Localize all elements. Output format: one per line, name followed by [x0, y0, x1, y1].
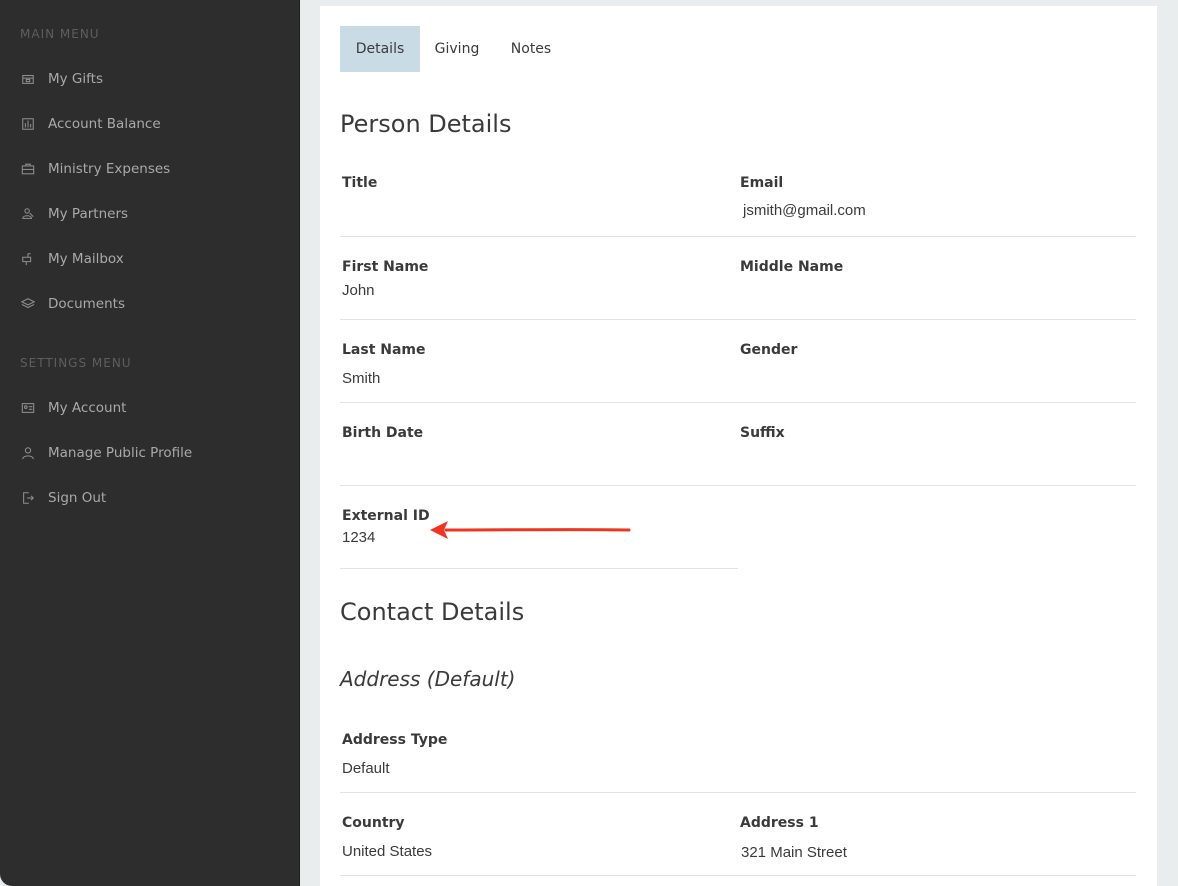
sign-out-icon [20, 490, 36, 506]
sidebar-item-my-account[interactable]: My Account [20, 397, 126, 419]
birth-date-label: Birth Date [342, 425, 424, 441]
divider [340, 402, 1136, 403]
annotation-arrow-icon [430, 521, 631, 539]
sidebar-item-my-partners[interactable]: My Partners [20, 203, 128, 225]
mailbox-icon [20, 251, 36, 267]
external-id-value: 1234 [342, 529, 376, 546]
sidebar-item-my-mailbox[interactable]: My Mailbox [20, 248, 124, 270]
main-menu-heading: MAIN MENU [20, 27, 100, 41]
tab-details[interactable]: Details [340, 26, 420, 72]
suffix-label: Suffix [740, 425, 785, 441]
country-value: United States [342, 843, 433, 860]
email-label: Email [740, 175, 784, 191]
divider [340, 236, 1136, 237]
email-value: jsmith@gmail.com [743, 202, 866, 219]
first-name-label: First Name [342, 259, 429, 275]
sidebar-item-account-balance[interactable]: Account Balance [20, 113, 161, 135]
address1-label: Address 1 [740, 815, 819, 831]
sidebar-item-manage-public-profile[interactable]: Manage Public Profile [20, 442, 192, 464]
sidebar-item-label: Sign Out [48, 490, 107, 506]
divider [340, 875, 1136, 876]
settings-menu-heading: SETTINGS MENU [20, 356, 132, 370]
address-type-label: Address Type [342, 732, 448, 748]
tab-notes[interactable]: Notes [500, 26, 562, 72]
sidebar-item-label: My Gifts [48, 71, 103, 87]
sidebar-item-label: My Partners [48, 206, 129, 222]
country-label: Country [342, 815, 405, 831]
sidebar-item-label: Manage Public Profile [48, 445, 193, 461]
divider [340, 792, 1136, 793]
sidebar-item-documents[interactable]: Documents [20, 293, 125, 315]
person-details-title: Person Details [340, 110, 512, 138]
sidebar: MAIN MENU My Gifts Account Balance Minis… [0, 0, 300, 886]
briefcase-icon [20, 161, 36, 177]
sidebar-item-label: Ministry Expenses [48, 161, 171, 177]
contact-details-title: Contact Details [340, 598, 525, 626]
title-label: Title [342, 175, 378, 191]
gift-icon [20, 71, 36, 87]
sidebar-item-label: My Account [48, 400, 127, 416]
main-panel: Details Giving Notes Person Details Titl… [320, 6, 1157, 886]
external-id-label: External ID [342, 508, 430, 524]
middle-name-label: Middle Name [740, 259, 844, 275]
user-icon [20, 445, 36, 461]
gender-label: Gender [740, 342, 798, 358]
bar-chart-icon [20, 116, 36, 132]
id-card-icon [20, 400, 36, 416]
sidebar-item-sign-out[interactable]: Sign Out [20, 487, 106, 509]
partners-icon [20, 206, 36, 222]
last-name-label: Last Name [342, 342, 426, 358]
address1-value: 321 Main Street [741, 844, 847, 861]
sidebar-item-label: Account Balance [48, 116, 161, 132]
divider [340, 568, 738, 569]
address-default-heading: Address (Default) [340, 667, 516, 691]
divider [340, 485, 1136, 486]
sidebar-item-label: Documents [48, 296, 125, 312]
sidebar-item-label: My Mailbox [48, 251, 124, 267]
tab-giving[interactable]: Giving [424, 26, 490, 72]
first-name-value: John [342, 282, 375, 299]
layers-icon [20, 296, 36, 312]
sidebar-item-my-gifts[interactable]: My Gifts [20, 68, 103, 90]
divider [340, 319, 1136, 320]
address-type-value: Default [342, 760, 390, 777]
last-name-value: Smith [342, 370, 381, 387]
sidebar-item-ministry-expenses[interactable]: Ministry Expenses [20, 158, 170, 180]
